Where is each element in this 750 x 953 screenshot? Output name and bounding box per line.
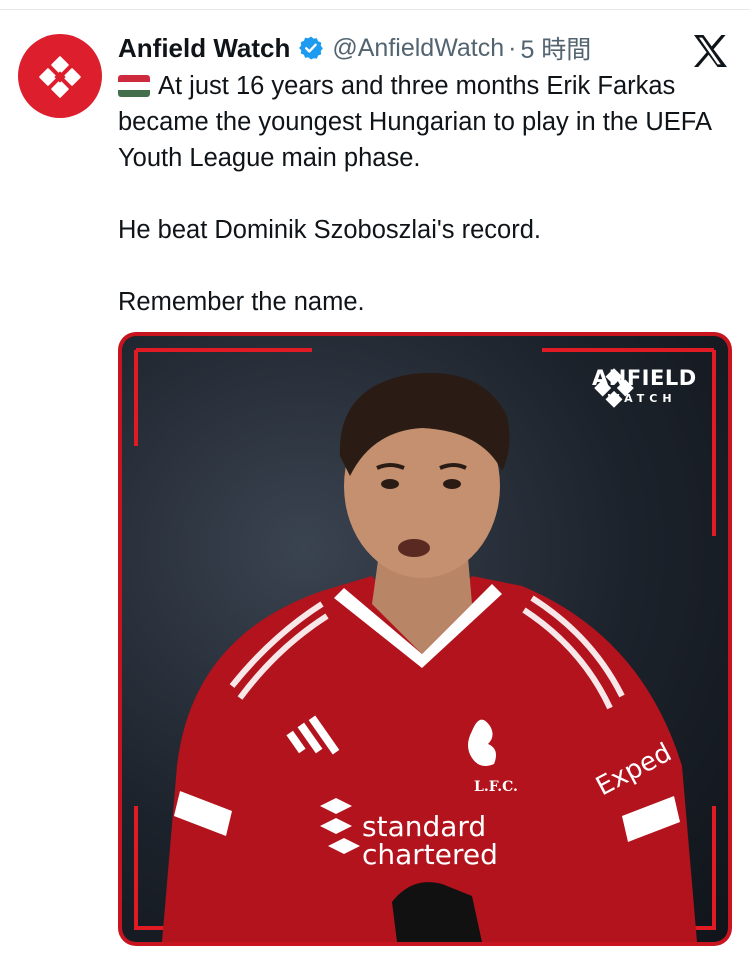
x-logo-icon[interactable] (692, 34, 728, 68)
separator-dot: · (508, 33, 517, 62)
tweet-paragraph-1-text: At just 16 years and three months Erik F… (118, 72, 711, 172)
author-avatar[interactable] (18, 34, 102, 118)
tweet-paragraph-3: Remember the name. (118, 288, 365, 316)
tweet-paragraph-1: At just 16 years and three months Erik F… (118, 68, 738, 176)
player-photo: L.F.C. standard chartered Exped ANFIELD … (122, 336, 728, 942)
post-time[interactable]: 5 時間 (520, 30, 591, 66)
anfield-watch-logo-icon (39, 56, 81, 98)
anfield-watch-watermark: ANFIELD WATCH (592, 366, 696, 408)
anfield-watch-logo-icon (594, 368, 634, 408)
tweet-header: Anfield Watch @AnfieldWatch · 5 時間 (118, 30, 591, 66)
top-divider (0, 9, 750, 10)
tweet-paragraph-2: He beat Dominik Szoboszlai's record. (118, 216, 541, 244)
verified-badge-icon (298, 35, 324, 61)
hungary-flag-icon (118, 75, 150, 97)
author-name[interactable]: Anfield Watch (118, 33, 290, 64)
tweet-media-image[interactable]: L.F.C. standard chartered Exped ANFIELD … (118, 332, 732, 946)
shirt-crest-text: L.F.C. (474, 779, 518, 795)
player-illustration: L.F.C. standard chartered Exped (134, 348, 716, 942)
author-handle[interactable]: @AnfieldWatch (332, 34, 504, 63)
shirt-sponsor-line2: chartered (362, 838, 498, 871)
tweet-body: At just 16 years and three months Erik F… (118, 68, 738, 320)
